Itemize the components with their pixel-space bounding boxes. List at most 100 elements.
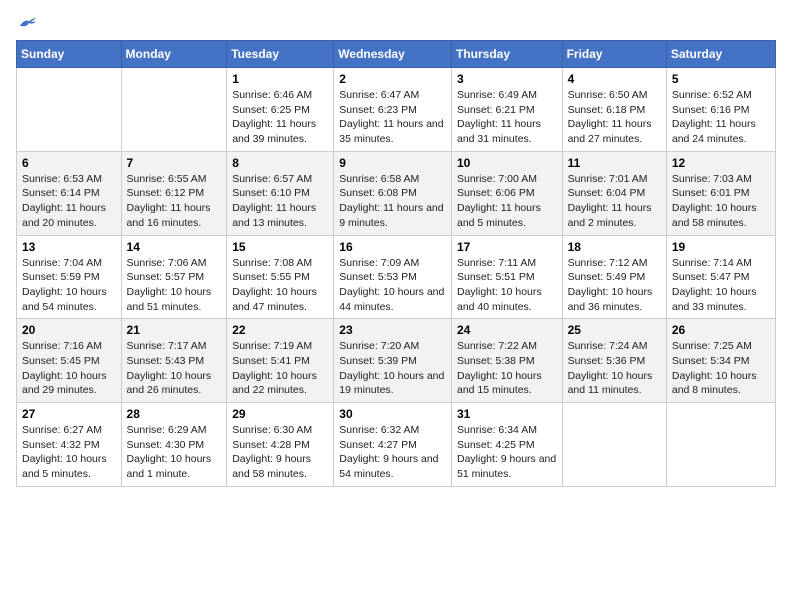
calendar-cell xyxy=(666,403,775,487)
calendar-cell: 25 Sunrise: 7:24 AM Sunset: 5:36 PM Dayl… xyxy=(562,319,666,403)
sunset-text: Sunset: 6:25 PM xyxy=(232,104,310,116)
daylight-text: Daylight: 10 hours and 15 minutes. xyxy=(457,370,542,397)
daylight-text: Daylight: 10 hours and 44 minutes. xyxy=(339,286,444,313)
day-number: 18 xyxy=(568,240,661,254)
day-number: 21 xyxy=(127,323,222,337)
calendar-cell: 6 Sunrise: 6:53 AM Sunset: 6:14 PM Dayli… xyxy=(17,151,122,235)
day-number: 22 xyxy=(232,323,328,337)
daylight-text: Daylight: 10 hours and 51 minutes. xyxy=(127,286,212,313)
calendar-cell: 26 Sunrise: 7:25 AM Sunset: 5:34 PM Dayl… xyxy=(666,319,775,403)
sunset-text: Sunset: 5:34 PM xyxy=(672,355,750,367)
sunrise-text: Sunrise: 6:49 AM xyxy=(457,89,537,101)
day-number: 16 xyxy=(339,240,446,254)
day-info: Sunrise: 7:06 AM Sunset: 5:57 PM Dayligh… xyxy=(127,256,222,315)
daylight-text: Daylight: 11 hours and 39 minutes. xyxy=(232,118,316,145)
calendar-cell: 24 Sunrise: 7:22 AM Sunset: 5:38 PM Dayl… xyxy=(451,319,562,403)
calendar-week-5: 27 Sunrise: 6:27 AM Sunset: 4:32 PM Dayl… xyxy=(17,403,776,487)
sunset-text: Sunset: 6:18 PM xyxy=(568,104,646,116)
sunset-text: Sunset: 6:12 PM xyxy=(127,187,205,199)
day-info: Sunrise: 7:17 AM Sunset: 5:43 PM Dayligh… xyxy=(127,339,222,398)
calendar-cell: 27 Sunrise: 6:27 AM Sunset: 4:32 PM Dayl… xyxy=(17,403,122,487)
day-info: Sunrise: 6:58 AM Sunset: 6:08 PM Dayligh… xyxy=(339,172,446,231)
calendar-cell: 15 Sunrise: 7:08 AM Sunset: 5:55 PM Dayl… xyxy=(227,235,334,319)
day-info: Sunrise: 6:29 AM Sunset: 4:30 PM Dayligh… xyxy=(127,423,222,482)
sunrise-text: Sunrise: 6:55 AM xyxy=(127,173,207,185)
day-info: Sunrise: 7:14 AM Sunset: 5:47 PM Dayligh… xyxy=(672,256,770,315)
day-info: Sunrise: 7:16 AM Sunset: 5:45 PM Dayligh… xyxy=(22,339,116,398)
calendar-cell: 11 Sunrise: 7:01 AM Sunset: 6:04 PM Dayl… xyxy=(562,151,666,235)
sunset-text: Sunset: 6:23 PM xyxy=(339,104,417,116)
calendar-header-row: SundayMondayTuesdayWednesdayThursdayFrid… xyxy=(17,41,776,68)
calendar-table: SundayMondayTuesdayWednesdayThursdayFrid… xyxy=(16,40,776,487)
day-number: 28 xyxy=(127,407,222,421)
calendar-cell: 28 Sunrise: 6:29 AM Sunset: 4:30 PM Dayl… xyxy=(121,403,227,487)
sunset-text: Sunset: 4:25 PM xyxy=(457,439,535,451)
daylight-text: Daylight: 10 hours and 5 minutes. xyxy=(22,453,107,480)
calendar-cell: 21 Sunrise: 7:17 AM Sunset: 5:43 PM Dayl… xyxy=(121,319,227,403)
day-number: 15 xyxy=(232,240,328,254)
daylight-text: Daylight: 11 hours and 35 minutes. xyxy=(339,118,443,145)
day-number: 23 xyxy=(339,323,446,337)
daylight-text: Daylight: 10 hours and 1 minute. xyxy=(127,453,212,480)
day-info: Sunrise: 7:20 AM Sunset: 5:39 PM Dayligh… xyxy=(339,339,446,398)
sunrise-text: Sunrise: 6:53 AM xyxy=(22,173,102,185)
calendar-cell: 5 Sunrise: 6:52 AM Sunset: 6:16 PM Dayli… xyxy=(666,68,775,152)
day-number: 25 xyxy=(568,323,661,337)
calendar-cell: 31 Sunrise: 6:34 AM Sunset: 4:25 PM Dayl… xyxy=(451,403,562,487)
sunrise-text: Sunrise: 6:52 AM xyxy=(672,89,752,101)
calendar-cell: 16 Sunrise: 7:09 AM Sunset: 5:53 PM Dayl… xyxy=(334,235,452,319)
day-info: Sunrise: 6:32 AM Sunset: 4:27 PM Dayligh… xyxy=(339,423,446,482)
sunset-text: Sunset: 6:14 PM xyxy=(22,187,100,199)
calendar-cell: 29 Sunrise: 6:30 AM Sunset: 4:28 PM Dayl… xyxy=(227,403,334,487)
logo-bird-icon xyxy=(18,16,36,30)
sunrise-text: Sunrise: 7:08 AM xyxy=(232,257,312,269)
header-saturday: Saturday xyxy=(666,41,775,68)
day-number: 8 xyxy=(232,156,328,170)
sunset-text: Sunset: 6:21 PM xyxy=(457,104,535,116)
sunrise-text: Sunrise: 7:20 AM xyxy=(339,340,419,352)
day-info: Sunrise: 6:49 AM Sunset: 6:21 PM Dayligh… xyxy=(457,88,557,147)
day-number: 17 xyxy=(457,240,557,254)
daylight-text: Daylight: 11 hours and 24 minutes. xyxy=(672,118,756,145)
daylight-text: Daylight: 10 hours and 40 minutes. xyxy=(457,286,542,313)
calendar-cell: 4 Sunrise: 6:50 AM Sunset: 6:18 PM Dayli… xyxy=(562,68,666,152)
day-number: 26 xyxy=(672,323,770,337)
daylight-text: Daylight: 10 hours and 26 minutes. xyxy=(127,370,212,397)
day-number: 29 xyxy=(232,407,328,421)
daylight-text: Daylight: 9 hours and 51 minutes. xyxy=(457,453,556,480)
daylight-text: Daylight: 10 hours and 54 minutes. xyxy=(22,286,107,313)
day-number: 14 xyxy=(127,240,222,254)
day-info: Sunrise: 6:50 AM Sunset: 6:18 PM Dayligh… xyxy=(568,88,661,147)
day-number: 6 xyxy=(22,156,116,170)
sunset-text: Sunset: 5:47 PM xyxy=(672,271,750,283)
sunrise-text: Sunrise: 6:57 AM xyxy=(232,173,312,185)
calendar-week-2: 6 Sunrise: 6:53 AM Sunset: 6:14 PM Dayli… xyxy=(17,151,776,235)
sunset-text: Sunset: 5:59 PM xyxy=(22,271,100,283)
calendar-cell xyxy=(121,68,227,152)
day-number: 9 xyxy=(339,156,446,170)
daylight-text: Daylight: 9 hours and 58 minutes. xyxy=(232,453,311,480)
calendar-cell: 17 Sunrise: 7:11 AM Sunset: 5:51 PM Dayl… xyxy=(451,235,562,319)
daylight-text: Daylight: 11 hours and 5 minutes. xyxy=(457,202,541,229)
sunset-text: Sunset: 5:51 PM xyxy=(457,271,535,283)
sunrise-text: Sunrise: 6:34 AM xyxy=(457,424,537,436)
daylight-text: Daylight: 10 hours and 29 minutes. xyxy=(22,370,107,397)
day-info: Sunrise: 6:27 AM Sunset: 4:32 PM Dayligh… xyxy=(22,423,116,482)
daylight-text: Daylight: 10 hours and 36 minutes. xyxy=(568,286,653,313)
sunrise-text: Sunrise: 7:04 AM xyxy=(22,257,102,269)
sunset-text: Sunset: 6:06 PM xyxy=(457,187,535,199)
sunset-text: Sunset: 4:28 PM xyxy=(232,439,310,451)
page-header xyxy=(16,16,776,30)
sunset-text: Sunset: 5:36 PM xyxy=(568,355,646,367)
day-info: Sunrise: 6:47 AM Sunset: 6:23 PM Dayligh… xyxy=(339,88,446,147)
sunrise-text: Sunrise: 6:47 AM xyxy=(339,89,419,101)
calendar-cell: 7 Sunrise: 6:55 AM Sunset: 6:12 PM Dayli… xyxy=(121,151,227,235)
calendar-cell: 3 Sunrise: 6:49 AM Sunset: 6:21 PM Dayli… xyxy=(451,68,562,152)
day-info: Sunrise: 7:00 AM Sunset: 6:06 PM Dayligh… xyxy=(457,172,557,231)
calendar-cell: 8 Sunrise: 6:57 AM Sunset: 6:10 PM Dayli… xyxy=(227,151,334,235)
calendar-cell: 12 Sunrise: 7:03 AM Sunset: 6:01 PM Dayl… xyxy=(666,151,775,235)
sunset-text: Sunset: 5:55 PM xyxy=(232,271,310,283)
sunrise-text: Sunrise: 7:12 AM xyxy=(568,257,648,269)
day-info: Sunrise: 6:34 AM Sunset: 4:25 PM Dayligh… xyxy=(457,423,557,482)
sunset-text: Sunset: 4:27 PM xyxy=(339,439,417,451)
